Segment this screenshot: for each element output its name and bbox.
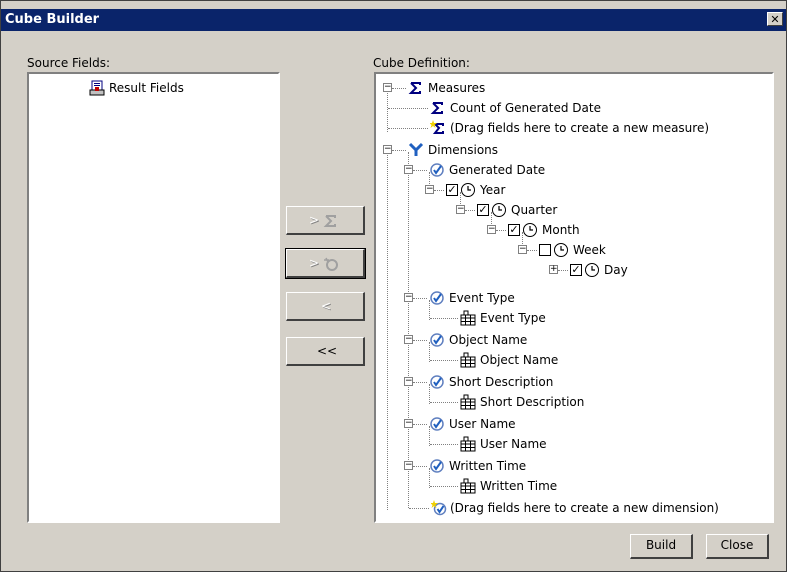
- tree-node-week[interactable]: − Week: [376, 240, 756, 260]
- title-bar: Cube Builder ✕: [1, 9, 786, 31]
- collapse-icon[interactable]: −: [404, 419, 413, 428]
- add-dimension-button[interactable]: >: [285, 248, 366, 279]
- month-checkbox[interactable]: ✓: [508, 224, 520, 236]
- tree-node-object-name-level[interactable]: Object Name: [376, 350, 756, 370]
- tree-node-written-time-level[interactable]: Written Time: [376, 476, 756, 496]
- sigma-icon: [430, 102, 443, 114]
- sigma-icon: [408, 82, 421, 94]
- clock-icon: [585, 263, 599, 277]
- clock-icon: [461, 183, 475, 197]
- tree-node-short-description-level[interactable]: Short Description: [376, 392, 756, 412]
- tree-node-generated-date[interactable]: − Generated Date: [376, 160, 756, 180]
- collapse-icon[interactable]: −: [404, 461, 413, 470]
- build-button[interactable]: Build: [630, 534, 693, 559]
- source-fields-list[interactable]: Result Fields: [27, 72, 280, 523]
- add-measure-button[interactable]: >: [286, 206, 365, 235]
- year-checkbox[interactable]: ✓: [446, 184, 458, 196]
- close-icon[interactable]: ✕: [767, 12, 783, 26]
- remove-all-button[interactable]: <<: [286, 337, 365, 366]
- expand-icon[interactable]: +: [549, 265, 558, 274]
- tree-node-written-time[interactable]: − Written Time: [376, 456, 756, 476]
- dimension-icon: [430, 291, 444, 305]
- dimension-icon: [430, 417, 444, 431]
- week-checkbox[interactable]: [539, 244, 551, 256]
- tree-node-user-name[interactable]: − User Name: [376, 414, 756, 434]
- tree-node-month[interactable]: − ✓ Month: [376, 220, 756, 240]
- cube-builder-window: Cube Builder ✕ Source Fields: Cube Defin…: [0, 0, 787, 572]
- tree-node-drag-dimension[interactable]: (Drag fields here to create a new dimens…: [376, 498, 771, 518]
- close-button[interactable]: Close: [706, 534, 769, 559]
- dimension-star-icon: [324, 257, 338, 271]
- remove-button[interactable]: <: [286, 292, 365, 321]
- tree-node-dimensions[interactable]: − Dimensions: [376, 140, 756, 160]
- day-checkbox[interactable]: ✓: [570, 264, 582, 276]
- cube-definition-label: Cube Definition:: [373, 56, 470, 70]
- tree-node-drag-measure[interactable]: (Drag fields here to create a new measur…: [376, 118, 766, 138]
- clock-icon: [554, 243, 568, 257]
- collapse-icon[interactable]: −: [487, 225, 496, 234]
- new-measure-icon: [430, 120, 444, 134]
- dimension-icon: [430, 459, 444, 473]
- table-icon: [460, 394, 476, 410]
- tree-node-year[interactable]: − ✓ Year: [376, 180, 756, 200]
- dimension-icon: [430, 375, 444, 389]
- sigma-star-icon: [323, 215, 336, 227]
- tree-node-quarter[interactable]: − ✓ Quarter: [376, 200, 756, 220]
- collapse-icon[interactable]: −: [383, 83, 392, 92]
- cube-definition-tree[interactable]: − Measures Count of Generated Date (Drag…: [374, 72, 774, 523]
- collapse-icon[interactable]: −: [404, 377, 413, 386]
- new-dimension-icon: [431, 500, 447, 516]
- dimension-icon: [430, 333, 444, 347]
- table-icon: [460, 310, 476, 326]
- source-fields-label: Source Fields:: [27, 56, 111, 70]
- table-icon: [460, 352, 476, 368]
- collapse-icon[interactable]: −: [456, 205, 465, 214]
- tree-node-user-name-level[interactable]: User Name: [376, 434, 756, 454]
- tree-node-day[interactable]: + ✓ Day: [376, 260, 756, 280]
- dimension-icon: [430, 163, 444, 177]
- collapse-icon[interactable]: −: [404, 335, 413, 344]
- tree-node-object-name[interactable]: − Object Name: [376, 330, 756, 350]
- dimensions-icon: [408, 142, 424, 156]
- clock-icon: [523, 223, 537, 237]
- clock-icon: [492, 203, 506, 217]
- tree-node-event-type-level[interactable]: Event Type: [376, 308, 756, 328]
- result-fields-label: Result Fields: [109, 81, 184, 95]
- tree-node-count-measure[interactable]: Count of Generated Date: [376, 98, 756, 118]
- tree-node-measures[interactable]: − Measures: [376, 78, 756, 98]
- table-icon: [460, 436, 476, 452]
- collapse-icon[interactable]: −: [425, 185, 434, 194]
- result-fields-icon: [89, 80, 105, 96]
- collapse-icon[interactable]: −: [404, 165, 413, 174]
- tree-node-event-type[interactable]: − Event Type: [376, 288, 756, 308]
- window-title: Cube Builder: [5, 12, 100, 27]
- collapse-icon[interactable]: −: [518, 245, 527, 254]
- collapse-icon[interactable]: −: [404, 293, 413, 302]
- quarter-checkbox[interactable]: ✓: [477, 204, 489, 216]
- tree-node-short-description[interactable]: − Short Description: [376, 372, 756, 392]
- collapse-icon[interactable]: −: [383, 145, 392, 154]
- table-icon: [460, 478, 476, 494]
